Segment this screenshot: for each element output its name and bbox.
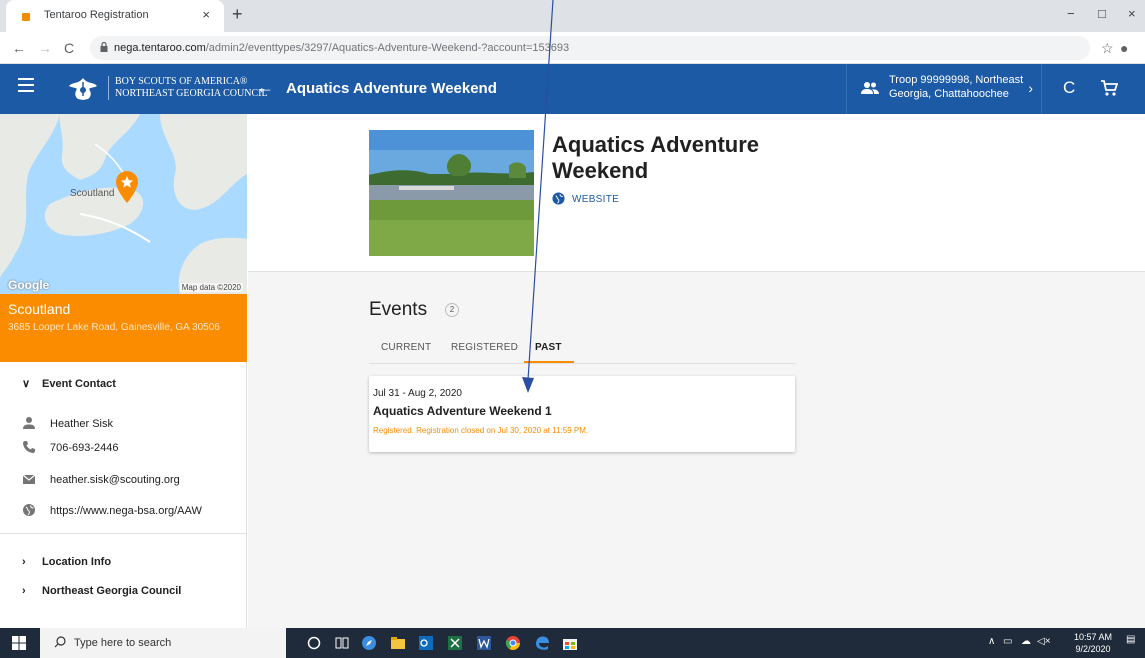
- contact-url[interactable]: https://www.nega-bsa.org/AAW: [50, 505, 202, 517]
- chrome-icon[interactable]: [505, 635, 521, 651]
- word-icon[interactable]: [476, 635, 492, 651]
- location-address: 3685 Looper Lake Road, Gainesville, GA 3…: [8, 322, 220, 333]
- browser-forward-button[interactable]: →: [38, 40, 52, 56]
- page-title: Aquatics Adventure Weekend: [286, 80, 497, 97]
- event-title: Aquatics Adventure Weekend: [552, 132, 760, 183]
- volume-icon[interactable]: ◁×: [1037, 636, 1051, 647]
- task-view-icon[interactable]: [334, 635, 350, 651]
- tentaroo-favicon-icon: [22, 13, 30, 21]
- onedrive-icon[interactable]: ☁: [1021, 636, 1031, 647]
- tab-past[interactable]: PAST: [535, 342, 562, 353]
- bookmark-star-icon[interactable]: ☆: [1101, 40, 1114, 57]
- excel-icon[interactable]: [447, 635, 463, 651]
- main-content: Aquatics Adventure Weekend WEBSITE Event…: [248, 114, 1145, 628]
- chevron-right-icon: ›: [1028, 80, 1033, 96]
- browser-tab-title: Tentaroo Registration: [44, 9, 149, 21]
- url-text: nega.tentaroo.com/admin2/eventtypes/3297…: [114, 42, 570, 54]
- lock-icon: [100, 42, 108, 52]
- chevron-down-icon: ∨: [22, 378, 31, 390]
- contact-phone[interactable]: 706-693-2446: [50, 442, 119, 454]
- browser-toolbar: ← → C nega.tentaroo.com/admin2/eventtype…: [0, 32, 1145, 64]
- council-toggle[interactable]: › Northeast Georgia Council: [22, 585, 181, 597]
- browser-reload-button[interactable]: C: [64, 40, 74, 56]
- events-count-badge: 2: [445, 303, 459, 317]
- chevron-right-icon: ›: [22, 585, 26, 597]
- network-icon[interactable]: ▭: [1003, 636, 1012, 647]
- registration-status: Registered. Registration closed on Jul 3…: [373, 426, 589, 435]
- council-heading: Northeast Georgia Council: [42, 585, 182, 597]
- chevron-right-icon: ›: [22, 556, 26, 568]
- taskbar-clock[interactable]: 10:57 AM 9/2/2020: [1074, 631, 1112, 655]
- new-tab-button[interactable]: +: [232, 4, 243, 25]
- windows-taskbar: Type here to search ∧ ▭ ☁ ◁× 10:57 AM 9/…: [0, 628, 1145, 658]
- events-section: Events 2 CURRENT REGISTERED PAST Jul 31 …: [248, 272, 1145, 628]
- search-icon: [54, 636, 66, 648]
- bsa-logo-icon: [69, 78, 97, 100]
- browser-tab[interactable]: Tentaroo Registration ×: [6, 0, 224, 32]
- globe-icon: [23, 504, 35, 516]
- cart-icon[interactable]: [1100, 79, 1118, 97]
- contact-email[interactable]: heather.sisk@scouting.org: [50, 474, 180, 486]
- location-map[interactable]: Scoutland Google Map data ©2020: [0, 114, 247, 294]
- refresh-icon[interactable]: C: [1063, 78, 1075, 98]
- file-explorer-icon[interactable]: [390, 635, 406, 651]
- troop-selector[interactable]: Troop 99999998, Northeast Georgia, Chatt…: [846, 64, 1042, 114]
- map-pin-icon[interactable]: [114, 170, 140, 204]
- location-info-heading: Location Info: [42, 556, 112, 568]
- globe-icon: [552, 192, 565, 205]
- store-icon[interactable]: [562, 635, 578, 651]
- cortana-icon[interactable]: [306, 635, 322, 651]
- outlook-icon[interactable]: [418, 635, 434, 651]
- council-name: BOY SCOUTS OF AMERICA® NORTHEAST GEORGIA…: [108, 76, 268, 100]
- event-header: Aquatics Adventure Weekend WEBSITE: [248, 114, 1145, 272]
- taskbar-search[interactable]: Type here to search: [40, 628, 286, 658]
- events-heading: Events: [369, 299, 428, 320]
- address-bar[interactable]: nega.tentaroo.com/admin2/eventtypes/3297…: [90, 36, 1090, 60]
- windows-start-icon[interactable]: [12, 636, 26, 650]
- search-placeholder: Type here to search: [74, 637, 172, 649]
- tab-registered[interactable]: REGISTERED: [451, 342, 518, 353]
- person-icon: [23, 417, 35, 429]
- browser-back-button[interactable]: ←: [12, 40, 26, 56]
- tab-current[interactable]: CURRENT: [381, 342, 431, 353]
- hamburger-menu-icon[interactable]: [18, 78, 34, 92]
- active-tab-indicator: [524, 361, 574, 363]
- sidebar: Scoutland Google Map data ©2020 Scoutlan…: [0, 114, 247, 628]
- edge-icon[interactable]: [534, 635, 550, 651]
- email-icon: [22, 474, 36, 484]
- close-window-button[interactable]: ×: [1128, 6, 1136, 21]
- tab-close-icon[interactable]: ×: [202, 7, 210, 22]
- minimize-button[interactable]: −: [1067, 6, 1075, 21]
- sidebar-divider: [0, 533, 247, 534]
- map-place-label: Scoutland: [70, 188, 115, 199]
- app-header: BOY SCOUTS OF AMERICA® NORTHEAST GEORGIA…: [0, 64, 1145, 114]
- event-card[interactable]: Jul 31 - Aug 2, 2020 Aquatics Adventure …: [369, 376, 795, 452]
- website-link[interactable]: WEBSITE: [572, 194, 619, 205]
- phone-icon: [23, 441, 35, 453]
- back-arrow-icon[interactable]: ←: [256, 77, 274, 98]
- location-card: Scoutland 3685 Looper Lake Road, Gainesv…: [0, 294, 247, 362]
- event-contact-toggle[interactable]: ∨ Event Contact: [22, 377, 116, 390]
- group-icon: [861, 82, 879, 94]
- safari-compass-icon[interactable]: [361, 635, 377, 651]
- event-name[interactable]: Aquatics Adventure Weekend 1: [373, 404, 552, 418]
- map-graphic: [0, 114, 247, 294]
- browser-menu-icon[interactable]: ⋮: [1139, 40, 1145, 57]
- map-credit[interactable]: Map data ©2020: [179, 283, 243, 292]
- maximize-button[interactable]: □: [1098, 6, 1106, 21]
- google-logo: Google: [8, 278, 50, 292]
- location-name: Scoutland: [8, 301, 71, 317]
- tray-chevron-icon[interactable]: ∧: [988, 636, 995, 647]
- browser-tab-bar: Tentaroo Registration × + − □ ×: [0, 0, 1145, 32]
- contact-name: Heather Sisk: [50, 418, 113, 430]
- event-contact-heading: Event Contact: [42, 378, 116, 390]
- event-photo: [369, 130, 534, 256]
- troop-name: Troop 99999998, Northeast Georgia, Chatt…: [889, 74, 1024, 100]
- events-tabs: CURRENT REGISTERED PAST: [369, 336, 796, 364]
- event-date: Jul 31 - Aug 2, 2020: [373, 388, 462, 399]
- profile-icon[interactable]: ●: [1120, 40, 1128, 56]
- notifications-icon[interactable]: ▤: [1126, 634, 1135, 645]
- location-info-toggle[interactable]: › Location Info: [22, 556, 111, 568]
